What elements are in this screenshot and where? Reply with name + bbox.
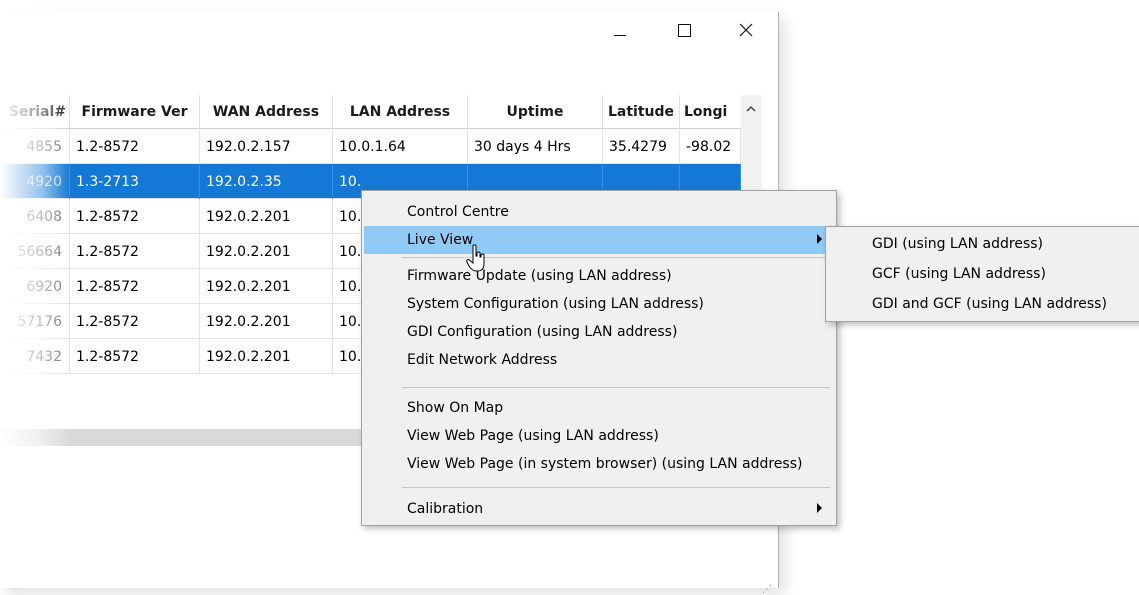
table-cell: 10.0.1.64: [333, 129, 468, 164]
context-menu-item[interactable]: Edit Network Address: [364, 346, 834, 374]
menu-item-label: Edit Network Address: [407, 352, 558, 368]
column-header[interactable]: LAN Address: [333, 95, 468, 129]
scroll-up-icon[interactable]: [746, 105, 756, 113]
table-cell: 1.2-8572: [70, 339, 200, 374]
menu-item-label: Firmware Update (using LAN address): [407, 268, 672, 284]
table-cell: 7432: [0, 339, 70, 374]
context-menu-item[interactable]: GDI Configuration (using LAN address): [364, 318, 834, 346]
resize-grip-icon[interactable]: ⋰: [762, 584, 772, 595]
table-cell: 4920: [0, 164, 70, 199]
submenu-item[interactable]: GCF (using LAN address): [828, 260, 1137, 288]
table-cell: 1.2-8572: [70, 199, 200, 234]
table-cell: 1.2-8572: [70, 129, 200, 164]
table-cell: 56664: [0, 234, 70, 269]
menu-separator: [402, 487, 830, 488]
live-view-submenu: GDI (using LAN address) GCF (using LAN ad…: [825, 226, 1139, 322]
menu-item-label: Calibration: [407, 501, 484, 517]
table-cell: 4855: [0, 129, 70, 164]
maximize-icon: [677, 23, 691, 37]
table-cell: 35.4279: [603, 129, 680, 164]
context-menu: Control Centre Live View Firmware Update (…: [361, 190, 837, 526]
mouse-pointer-icon: [466, 244, 485, 272]
submenu-item[interactable]: GDI and GCF (using LAN address): [828, 290, 1137, 318]
column-header[interactable]: WAN Address: [200, 95, 333, 129]
close-button[interactable]: [723, 14, 769, 46]
title-bar: [0, 12, 778, 48]
submenu-arrow-icon: [817, 503, 822, 513]
column-header[interactable]: Latitude: [603, 95, 680, 129]
context-menu-item[interactable]: Live View: [364, 226, 834, 254]
table-cell: 30 days 4 Hrs: [468, 129, 603, 164]
menu-item-label: System Configuration (using LAN address): [407, 296, 704, 312]
table-cell: 1.2-8572: [70, 234, 200, 269]
column-header[interactable]: Serial#: [0, 95, 70, 129]
menu-item-label: Control Centre: [407, 204, 509, 220]
column-header[interactable]: Firmware Ver: [70, 95, 200, 129]
table-cell: 192.0.2.201: [200, 269, 333, 304]
table-cell: -98.02: [680, 129, 741, 164]
context-menu-item[interactable]: View Web Page (using LAN address): [364, 422, 834, 450]
table-cell: 6920: [0, 269, 70, 304]
context-menu-item[interactable]: Firmware Update (using LAN address): [364, 262, 834, 290]
menu-item-label: View Web Page (in system browser) (using…: [407, 456, 803, 472]
menu-item-label: View Web Page (using LAN address): [407, 428, 659, 444]
context-menu-item[interactable]: Control Centre: [364, 198, 834, 226]
context-menu-item[interactable]: Show On Map: [364, 394, 834, 422]
table-row[interactable]: 4855 1.2-8572 192.0.2.157 10.0.1.64 30 days …: [0, 129, 741, 164]
minimize-button[interactable]: [597, 14, 643, 46]
table-cell: 1.3-2713: [70, 164, 200, 199]
context-menu-item[interactable]: Calibration: [364, 495, 834, 523]
table-cell: 57176: [0, 304, 70, 339]
menu-item-label: Live View: [407, 232, 474, 248]
menu-separator: [402, 387, 830, 388]
table-cell: 192.0.2.157: [200, 129, 333, 164]
menu-item-label: GDI Configuration (using LAN address): [407, 324, 678, 340]
table-cell: 192.0.2.201: [200, 199, 333, 234]
table-cell: 6408: [0, 199, 70, 234]
submenu-arrow-icon: [817, 234, 822, 244]
submenu-item[interactable]: GDI (using LAN address): [828, 230, 1137, 258]
column-header[interactable]: Uptime: [468, 95, 603, 129]
close-icon: [739, 23, 753, 37]
table-cell: 192.0.2.201: [200, 339, 333, 374]
table-cell: 192.0.2.201: [200, 234, 333, 269]
table-cell: 1.2-8572: [70, 304, 200, 339]
column-header[interactable]: Longi: [680, 95, 741, 129]
table-cell: 192.0.2.35: [200, 164, 333, 199]
minimize-icon: [614, 34, 626, 36]
context-menu-item[interactable]: System Configuration (using LAN address): [364, 290, 834, 318]
menu-item-label: Show On Map: [407, 400, 504, 416]
context-menu-item[interactable]: View Web Page (in system browser) (using…: [364, 450, 834, 478]
table-cell: 192.0.2.201: [200, 304, 333, 339]
maximize-button[interactable]: [661, 14, 707, 46]
table-cell: 1.2-8572: [70, 269, 200, 304]
